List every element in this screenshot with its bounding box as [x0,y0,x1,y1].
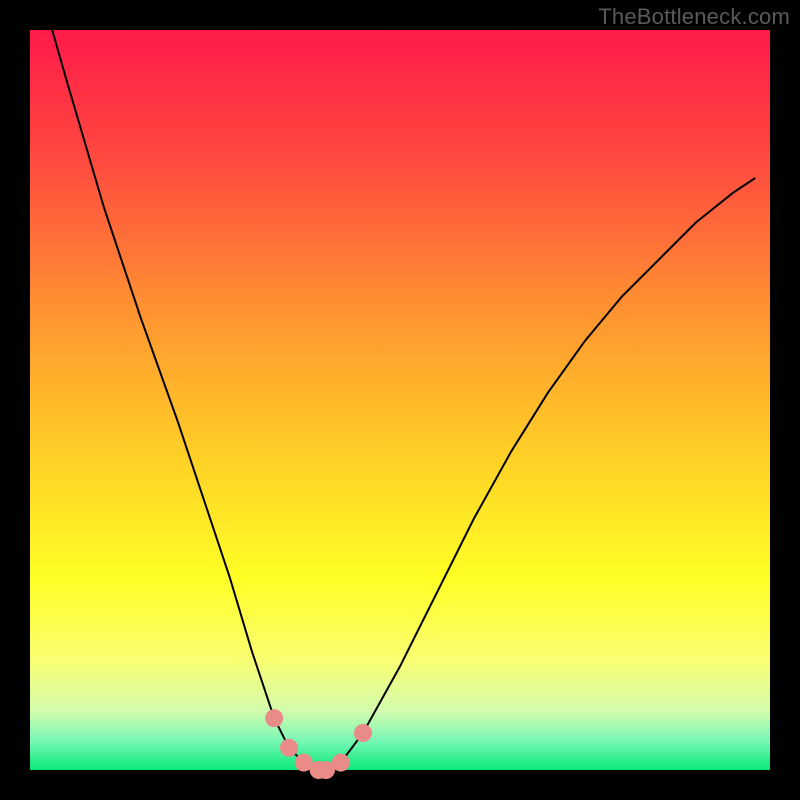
threshold-marker [280,739,298,757]
plot-background [30,30,770,770]
threshold-marker [265,709,283,727]
chart-stage: TheBottleneck.com [0,0,800,800]
threshold-marker [332,754,350,772]
threshold-marker [354,724,372,742]
bottleneck-plot [0,0,800,800]
watermark-label: TheBottleneck.com [598,4,790,30]
